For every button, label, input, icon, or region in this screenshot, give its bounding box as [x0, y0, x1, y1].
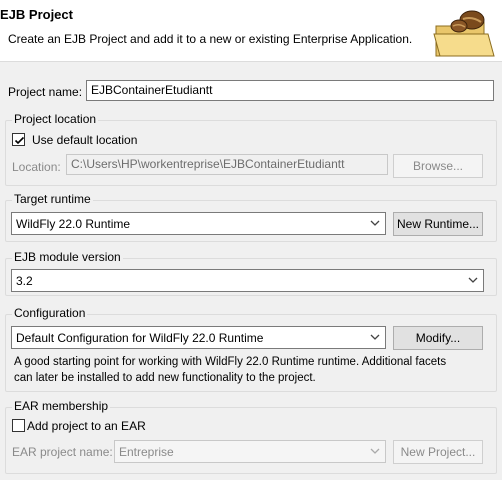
wizard-title: EJB Project — [0, 7, 73, 22]
project-location-title: Project location — [12, 112, 99, 126]
chevron-down-icon — [468, 277, 478, 283]
configuration-help-line2: can later be installed to add new functi… — [14, 372, 316, 384]
configuration-value: Default Configuration for WildFly 22.0 R… — [16, 331, 264, 345]
location-label: Location: — [12, 160, 61, 174]
chevron-down-icon — [370, 220, 380, 226]
checkmark-icon — [14, 136, 25, 145]
project-name-input[interactable]: EJBContainerEtudiantt — [86, 80, 494, 101]
location-input[interactable]: C:\Users\HP\workentreprise\EJBContainerE… — [66, 154, 388, 175]
ear-project-name-select[interactable]: Entreprise — [114, 440, 386, 463]
new-runtime-button[interactable]: New Runtime... — [393, 212, 483, 236]
target-runtime-select[interactable]: WildFly 22.0 Runtime — [11, 212, 386, 235]
chevron-down-icon — [370, 334, 380, 340]
project-name-label: Project name: — [8, 85, 83, 99]
add-to-ear-checkbox[interactable] — [12, 419, 25, 432]
folder-bean-icon — [432, 6, 496, 60]
target-runtime-title: Target runtime — [12, 192, 93, 206]
modify-button[interactable]: Modify... — [393, 326, 483, 350]
wizard-description: Create an EJB Project and add it to a ne… — [8, 32, 413, 46]
ear-membership-title: EAR membership — [12, 399, 111, 413]
add-to-ear-label: Add project to an EAR — [27, 419, 146, 433]
browse-button[interactable]: Browse... — [393, 154, 483, 178]
ear-project-name-value: Entreprise — [119, 445, 174, 459]
configuration-title: Configuration — [12, 306, 88, 320]
ejb-module-version-title: EJB module version — [12, 250, 123, 264]
chevron-down-icon — [370, 448, 380, 454]
use-default-location-label: Use default location — [32, 133, 138, 147]
use-default-location-checkbox[interactable] — [12, 133, 25, 146]
ejb-module-version-value: 3.2 — [16, 274, 33, 288]
ear-project-name-label: EAR project name: — [12, 445, 113, 459]
new-project-button[interactable]: New Project... — [393, 440, 483, 464]
ejb-module-version-select[interactable]: 3.2 — [11, 269, 484, 292]
wizard-header: EJB Project Create an EJB Project and ad… — [0, 0, 502, 62]
target-runtime-value: WildFly 22.0 Runtime — [16, 217, 131, 231]
configuration-select[interactable]: Default Configuration for WildFly 22.0 R… — [11, 326, 386, 349]
configuration-help-line1: A good starting point for working with W… — [14, 356, 447, 368]
